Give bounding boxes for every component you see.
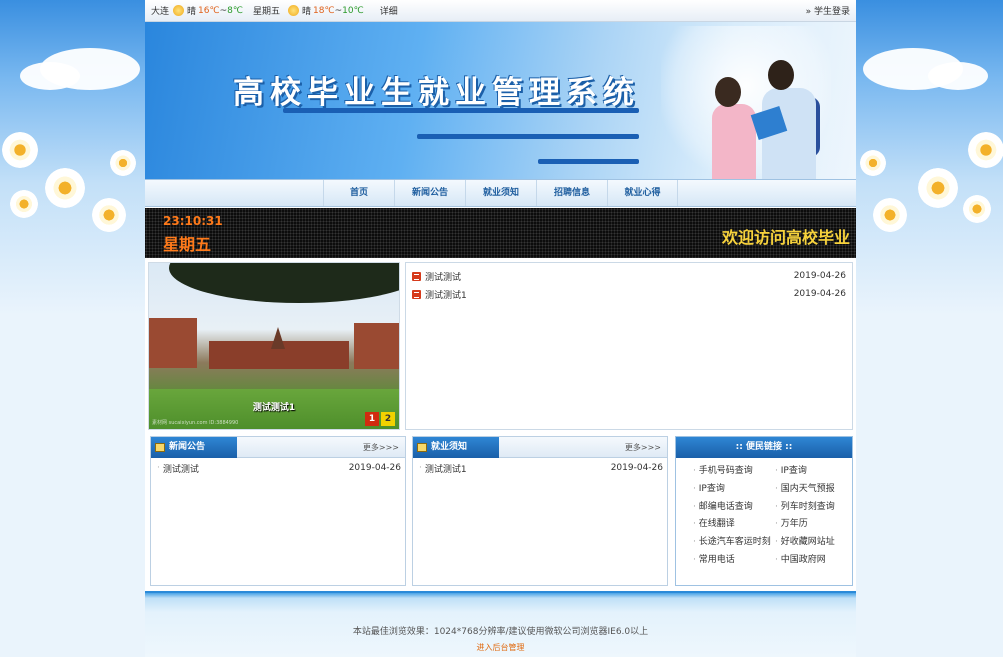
banner-stripe: [417, 134, 639, 139]
weather-detail-link[interactable]: 详细: [380, 4, 398, 17]
footer-browser-notice: 本站最佳浏览效果：1024*768分辨率/建议使用微软公司浏览器IE6.0以上: [352, 627, 649, 637]
news-title[interactable]: 测试测试1: [425, 288, 794, 301]
led-day: 星期五: [163, 235, 212, 254]
weather-tomorrow: 星期五 晴 18℃ ~ 10℃: [253, 4, 364, 17]
news-item-title[interactable]: 测试测试: [163, 462, 349, 475]
top-bar: 大连 晴 16℃ ~ 8℃ 星期五 晴 18℃ ~ 10℃ 详细 » 学生登录: [145, 0, 856, 22]
links-grid: 手机号码查询 IP查询 IP查询 国内天气预报 邮编电话查询 列车时刻查询 在线…: [676, 458, 852, 570]
news-panel-header: 新闻公告 更多>>>: [151, 437, 405, 458]
news-item-date: 2019-04-26: [348, 463, 401, 473]
weather-temp-low: 8℃: [227, 5, 243, 16]
news-panel: 新闻公告 更多>>> · 测试测试 2019-04-26: [150, 436, 406, 586]
panels-row: 新闻公告 更多>>> · 测试测试 2019-04-26 就业须知 更多>>> …: [148, 436, 853, 586]
weather-day: 星期五: [252, 7, 280, 17]
slideshow[interactable]: 测试测试1 素材网 sucaixiyun.com ID:3884990 1 2: [148, 262, 400, 430]
notice-item-date: 2019-04-26: [610, 463, 663, 473]
slide-watermark: 素材网 sucaixiyun.com ID:3884990: [152, 420, 239, 426]
bullet-icon: ·: [157, 463, 160, 473]
links-panel-title: :: 便民链接 ::: [676, 437, 852, 458]
notice-panel: 就业须知 更多>>> · 测试测试1 2019-04-26: [412, 436, 668, 586]
weather-temp-high: 18℃: [313, 5, 335, 16]
nav-experience[interactable]: 就业心得: [607, 180, 678, 206]
convenience-links-panel: :: 便民链接 :: 手机号码查询 IP查询 IP查询 国内天气预报 邮编电话查…: [675, 436, 853, 586]
news-date: 2019-04-26: [793, 271, 846, 281]
link-item[interactable]: 好收藏网站址: [775, 534, 857, 552]
student-girl-head: [715, 77, 741, 107]
link-item[interactable]: 万年历: [775, 516, 857, 534]
weather-today: 大连 晴 16℃ ~ 8℃: [151, 4, 243, 17]
nav-home[interactable]: 首页: [323, 180, 394, 206]
slide-page-1[interactable]: 1: [365, 412, 379, 426]
latest-news-list: 测试测试 2019-04-26 测试测试1 2019-04-26: [405, 262, 853, 430]
nav-news[interactable]: 新闻公告: [394, 180, 465, 206]
student-boy-head: [768, 60, 794, 90]
banner-stripe: [283, 108, 639, 113]
news-panel-title-text: 新闻公告: [169, 442, 206, 452]
link-item[interactable]: 邮编电话查询: [693, 499, 775, 517]
notice-panel-title: 就业须知: [413, 437, 499, 458]
weather-condition: 晴: [187, 7, 197, 17]
featured-row: 测试测试1 素材网 sucaixiyun.com ID:3884990 1 2 …: [148, 262, 853, 430]
slide-tree: [169, 263, 399, 303]
nav-recruitment[interactable]: 招聘信息: [536, 180, 607, 206]
notice-more-link[interactable]: 更多>>>: [625, 437, 661, 458]
banner-title: 高校毕业生就业管理系统: [233, 75, 640, 111]
weather-separator: ~: [334, 5, 343, 16]
list-item[interactable]: 测试测试1 2019-04-26: [412, 285, 846, 303]
news-title[interactable]: 测试测试: [425, 270, 794, 283]
weather-temp-low: 10℃: [342, 5, 364, 16]
led-welcome-text: 欢迎访问高校毕业: [721, 228, 850, 247]
news-icon: [412, 289, 421, 299]
link-item[interactable]: 列车时刻查询: [775, 499, 857, 517]
news-icon: [412, 271, 421, 281]
right-decoration: [858, 0, 1003, 657]
notice-panel-title-text: 就业须知: [431, 442, 468, 452]
list-item[interactable]: · 测试测试 2019-04-26: [151, 460, 405, 476]
notice-panel-header: 就业须知 更多>>>: [413, 437, 667, 458]
weather-separator: ~: [219, 5, 228, 16]
link-item[interactable]: 国内天气预报: [775, 481, 857, 499]
nav-notice[interactable]: 就业须知: [465, 180, 536, 206]
slide-caption: 测试测试1: [252, 403, 296, 413]
list-item[interactable]: · 测试测试1 2019-04-26: [413, 460, 667, 476]
admin-login-link[interactable]: 进入后台管理: [145, 642, 856, 653]
book-icon: [155, 443, 165, 452]
slide-building: [149, 318, 197, 368]
link-item[interactable]: 中国政府网: [775, 552, 857, 570]
slide-pager: 1 2: [363, 412, 395, 426]
bullet-icon: ·: [419, 463, 422, 473]
news-more-link[interactable]: 更多>>>: [363, 437, 399, 458]
link-item[interactable]: IP查询: [693, 481, 775, 499]
led-display: 23:10:31 星期五 欢迎访问高校毕业: [145, 208, 856, 258]
book-icon: [417, 443, 427, 452]
link-item[interactable]: 常用电话: [693, 552, 775, 570]
banner-stripe: [538, 159, 639, 164]
news-date: 2019-04-26: [793, 289, 846, 299]
slide-tower: [271, 327, 285, 349]
slide-page-2[interactable]: 2: [381, 412, 395, 426]
notice-item-title[interactable]: 测试测试1: [425, 462, 611, 475]
student-login-link[interactable]: » 学生登录: [806, 4, 850, 17]
weather-temp-high: 16℃: [198, 5, 220, 16]
link-item[interactable]: 在线翻译: [693, 516, 775, 534]
link-item[interactable]: 手机号码查询: [693, 463, 775, 481]
list-item[interactable]: 测试测试 2019-04-26: [412, 267, 846, 285]
footer: 本站最佳浏览效果：1024*768分辨率/建议使用微软公司浏览器IE6.0以上 …: [145, 591, 856, 657]
link-item[interactable]: 长途汽车客运时刻: [693, 534, 775, 552]
sun-icon: [288, 5, 299, 16]
banner: 高校毕业生就业管理系统: [145, 22, 856, 179]
left-decoration: [0, 0, 145, 657]
main-nav: 首页 新闻公告 就业须知 招聘信息 就业心得: [145, 179, 856, 207]
link-item[interactable]: IP查询: [775, 463, 857, 481]
sun-icon: [173, 5, 185, 16]
news-panel-title: 新闻公告: [151, 437, 237, 458]
led-clock: 23:10:31: [163, 214, 223, 228]
weather-city: 大连: [151, 7, 170, 17]
slide-building: [354, 323, 399, 369]
weather-condition: 晴: [302, 7, 312, 17]
student-girl: [712, 104, 756, 179]
